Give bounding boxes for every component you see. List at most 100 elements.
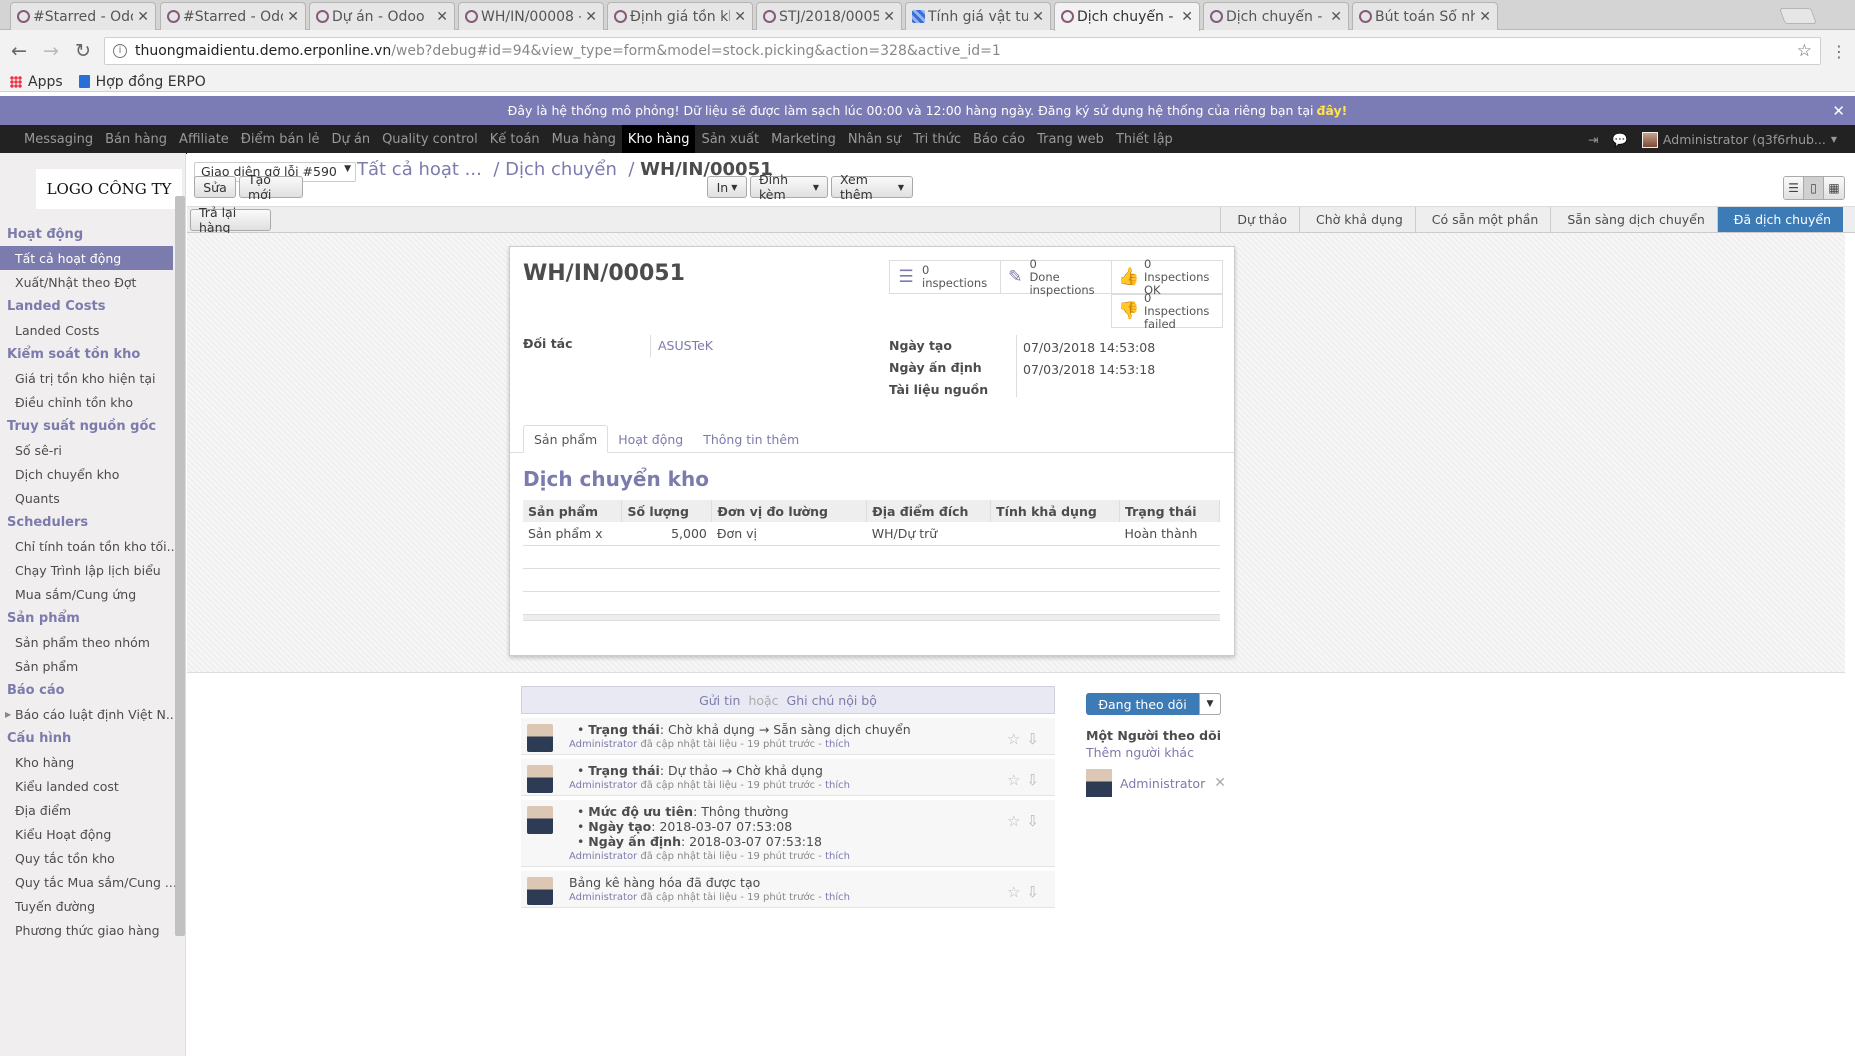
topmenu-item[interactable]: Messaging: [18, 125, 99, 154]
browser-tab[interactable]: Dịch chuyển - O✕: [1054, 2, 1200, 31]
list-view-icon[interactable]: ☰: [1784, 177, 1804, 199]
sidebar-item[interactable]: Giá trị tồn kho hiện tại: [0, 366, 185, 390]
status-step[interactable]: Đã dịch chuyển: [1716, 207, 1843, 232]
add-followers-link[interactable]: Thêm người khác: [1086, 745, 1194, 760]
sidebar-item[interactable]: Chỉ tính toán tồn kho tối...: [0, 534, 185, 558]
logout-icon[interactable]: ⇥: [1588, 132, 1598, 147]
following-button[interactable]: Đang theo dõi ▼: [1086, 693, 1221, 715]
sidebar-item[interactable]: Kiểu Hoạt động: [0, 822, 185, 846]
close-tab-icon[interactable]: ✕: [1032, 9, 1044, 25]
caret-down-icon[interactable]: ▼: [1199, 693, 1221, 715]
sidebar-item[interactable]: Xuất/Nhật theo Đợt: [0, 270, 185, 294]
user-menu[interactable]: Administrator (q3f6rhub... ▼: [1641, 131, 1837, 148]
create-button[interactable]: Tạo mới: [239, 172, 303, 202]
bookmark-star-icon[interactable]: ☆: [1797, 41, 1812, 61]
topmenu-item[interactable]: Thiết lập: [1110, 125, 1179, 154]
browser-tab[interactable]: Tính giá vật tư ✕: [905, 2, 1051, 30]
message-author[interactable]: Administrator: [569, 780, 637, 791]
remove-follower-icon[interactable]: ✕: [1214, 775, 1226, 791]
download-icon[interactable]: ⇩: [1026, 883, 1045, 901]
column-header[interactable]: Số lượng: [621, 500, 713, 522]
browser-tab[interactable]: Bút toán Sổ nhậ✕: [1352, 2, 1498, 30]
table-row[interactable]: Sản phẩm x 5,000 Đơn vị WH/Dự trữ Hoàn thành: [523, 522, 1220, 546]
form-view-icon[interactable]: ▯: [1804, 177, 1824, 199]
sidebar-item[interactable]: Sản phẩm theo nhóm: [0, 630, 185, 654]
star-icon[interactable]: ☆: [1007, 730, 1026, 748]
inspections-ok-button[interactable]: 👍 0 Inspections OK: [1111, 257, 1223, 296]
inspections-button[interactable]: ☰ 0 inspections: [889, 260, 1001, 294]
done-inspections-button[interactable]: ✎ 0 Done inspections: [1000, 257, 1112, 296]
star-icon[interactable]: ☆: [1007, 812, 1026, 830]
column-header[interactable]: Trạng thái: [1119, 500, 1220, 522]
inspections-failed-button[interactable]: 👎 0 Inspections failed: [1111, 291, 1223, 330]
message-author[interactable]: Administrator: [569, 851, 637, 862]
reload-icon[interactable]: ↻: [72, 40, 94, 62]
partner-link[interactable]: ASUSTeK: [658, 338, 713, 353]
topmenu-item[interactable]: Mua hàng: [546, 125, 622, 154]
status-step[interactable]: Sẵn sàng dịch chuyển: [1550, 207, 1716, 232]
close-tab-icon[interactable]: ✕: [1181, 9, 1193, 25]
download-icon[interactable]: ⇩: [1026, 812, 1045, 830]
sidebar-item[interactable]: Sản phẩm: [0, 654, 185, 678]
star-icon[interactable]: ☆: [1007, 883, 1026, 901]
column-header[interactable]: Đơn vị đo lường: [711, 500, 868, 522]
return-button[interactable]: Trả lại hàng: [190, 205, 271, 235]
forward-icon[interactable]: →: [40, 40, 62, 62]
follower-name[interactable]: Administrator: [1120, 776, 1205, 791]
close-tab-icon[interactable]: ✕: [436, 9, 448, 25]
sidebar-item[interactable]: Mua sắm/Cung ứng: [0, 582, 185, 606]
topmenu-item[interactable]: Điểm bán lẻ: [235, 125, 326, 154]
url-input[interactable]: i thuongmaidientu.demo.erponline.vn/web?…: [104, 37, 1821, 65]
column-header[interactable]: Tính khả dụng: [990, 500, 1121, 522]
banner-link[interactable]: đây!: [1316, 103, 1347, 118]
sidebar-item[interactable]: Phương thức giao hàng: [0, 918, 185, 942]
browser-tab[interactable]: Định giá tồn kho✕: [607, 2, 753, 30]
sidebar-item[interactable]: Dịch chuyển kho: [0, 462, 185, 486]
close-tab-icon[interactable]: ✕: [1330, 9, 1342, 25]
bookmark-hop-dong[interactable]: Hợp đồng ERPO: [78, 74, 206, 90]
sidebar-item[interactable]: Tuyến đường: [0, 894, 185, 918]
print-button[interactable]: In ▼: [707, 176, 747, 198]
chat-icon[interactable]: 💬: [1612, 132, 1628, 148]
message-author[interactable]: Administrator: [569, 892, 637, 903]
sidebar-item[interactable]: Quy tắc Mua sắm/Cung ...: [0, 870, 185, 894]
like-link[interactable]: thích: [825, 780, 850, 791]
tab-operations[interactable]: Hoạt động: [608, 425, 693, 453]
browser-tab[interactable]: #Starred - Odoo✕: [10, 2, 156, 30]
topmenu-item[interactable]: Kế toán: [484, 125, 546, 154]
browser-menu-icon[interactable]: ⋮: [1831, 42, 1847, 61]
topmenu-item[interactable]: Quality control: [376, 125, 484, 154]
browser-tab[interactable]: Dự án - Odoo ✕: [309, 2, 455, 30]
sidebar-item[interactable]: ▶ Báo cáo luật định Việt N...: [0, 702, 185, 726]
breadcrumb-all-ops[interactable]: Tất cả hoạt ...: [357, 159, 482, 180]
close-tab-icon[interactable]: ✕: [1479, 9, 1491, 25]
topmenu-item[interactable]: Nhân sự: [842, 125, 907, 154]
send-message-link[interactable]: Gửi tin: [699, 693, 740, 708]
bookmark-apps[interactable]: Apps: [10, 74, 63, 90]
like-link[interactable]: thích: [825, 892, 850, 903]
download-icon[interactable]: ⇩: [1026, 771, 1045, 789]
topmenu-item[interactable]: Affiliate: [173, 125, 235, 154]
sidebar-item[interactable]: Số sê-ri: [0, 438, 185, 462]
new-tab-button[interactable]: [1779, 8, 1817, 24]
sidebar-item[interactable]: Điều chỉnh tồn kho: [0, 390, 185, 414]
topmenu-item[interactable]: Sản xuất: [695, 125, 765, 154]
log-note-link[interactable]: Ghi chú nội bộ: [787, 693, 877, 708]
close-tab-icon[interactable]: ✕: [883, 9, 895, 25]
calendar-view-icon[interactable]: ▦: [1824, 177, 1844, 199]
download-icon[interactable]: ⇩: [1026, 730, 1045, 748]
sidebar-item[interactable]: Kho hàng: [0, 750, 185, 774]
close-tab-icon[interactable]: ✕: [585, 9, 597, 25]
topmenu-item[interactable]: Kho hàng: [621, 125, 696, 154]
browser-tab[interactable]: Dịch chuyển - O✕: [1203, 2, 1349, 30]
sidebar-item[interactable]: Quy tắc tồn kho: [0, 846, 185, 870]
edit-button[interactable]: Sửa: [194, 176, 236, 198]
browser-tab[interactable]: #Starred - Odoo✕: [160, 2, 306, 30]
sidebar-item[interactable]: Quants: [0, 486, 185, 510]
topmenu-item[interactable]: Tri thức: [907, 125, 967, 154]
column-header[interactable]: Sản phẩm: [523, 500, 623, 522]
topmenu-item[interactable]: Báo cáo: [967, 125, 1031, 154]
column-header[interactable]: Địa điểm đích: [866, 500, 992, 522]
topmenu-item[interactable]: Dự án: [325, 125, 376, 154]
status-step[interactable]: Dự thảo: [1220, 207, 1299, 232]
